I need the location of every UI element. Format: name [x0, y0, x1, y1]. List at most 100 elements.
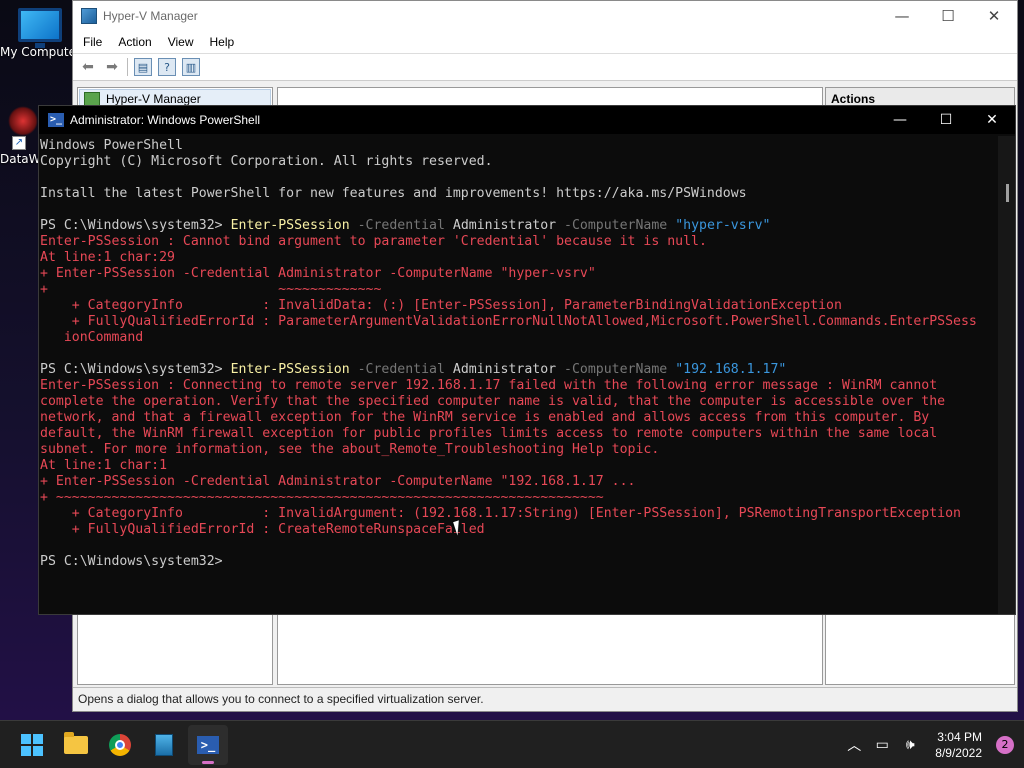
- start-button[interactable]: [12, 725, 52, 765]
- console-text-err: Enter-PSSession : Cannot bind argument t…: [40, 234, 707, 249]
- taskbar-apps: >_: [12, 724, 228, 765]
- console-line: + FullyQualifiedErrorId : CreateRemoteRu…: [40, 522, 998, 538]
- console-text-err: + ~~~~~~~~~~~~~~~~~~~~~~~~~~~~~~~~~~~~~~…: [40, 490, 604, 505]
- console-line: + CategoryInfo : InvalidData: (:) [Enter…: [40, 298, 998, 314]
- console-text-err: complete the operation. Verify that the …: [40, 394, 946, 409]
- window-title: Administrator: Windows PowerShell: [70, 113, 261, 127]
- minimize-button[interactable]: —: [879, 1, 925, 31]
- console-text-plain: PS C:\Windows\system32>: [40, 554, 231, 569]
- console-text-err: + CategoryInfo : InvalidData: (:) [Enter…: [40, 298, 842, 313]
- minimize-button[interactable]: —: [877, 106, 923, 134]
- hyperv-server-icon: [84, 92, 100, 106]
- clock[interactable]: 3:04 PM 8/9/2022: [935, 729, 982, 761]
- hyperv-icon: [155, 733, 173, 756]
- volume-icon[interactable]: 🕪: [901, 737, 919, 753]
- console-text-err: ionCommand: [40, 330, 144, 345]
- console-line: PS C:\Windows\system32>: [40, 554, 998, 570]
- menu-bar: File Action View Help: [73, 31, 1017, 53]
- console-line: PS C:\Windows\system32> Enter-PSSession …: [40, 218, 998, 234]
- maximize-button[interactable]: ☐: [925, 1, 971, 31]
- console-text-param: -Credential: [349, 362, 445, 377]
- close-button[interactable]: ✕: [969, 106, 1015, 134]
- console-line: complete the operation. Verify that the …: [40, 394, 998, 410]
- console-text-err: subnet. For more information, see the ab…: [40, 442, 660, 457]
- maximize-button[interactable]: ☐: [923, 106, 969, 134]
- monitor-icon: [18, 8, 62, 48]
- powershell-icon: >_: [48, 113, 64, 127]
- help-icon[interactable]: ?: [158, 58, 176, 76]
- powershell-titlebar[interactable]: >_ Administrator: Windows PowerShell — ☐…: [39, 106, 1015, 134]
- console-text-err: At line:1 char:1: [40, 458, 168, 473]
- hyperv-titlebar[interactable]: Hyper-V Manager — ☐ ✕: [73, 1, 1017, 31]
- console-line: subnet. For more information, see the ab…: [40, 442, 998, 458]
- hyperv-app-icon: [81, 8, 97, 24]
- console-line: + Enter-PSSession -Credential Administra…: [40, 474, 998, 490]
- chrome-icon: [109, 733, 131, 756]
- console-text-param: -ComputerName: [556, 218, 668, 233]
- toolbar: ⬅ ➡ ▤ ? ▥: [73, 53, 1017, 81]
- powershell-window: >_ Administrator: Windows PowerShell — ☐…: [38, 105, 1016, 615]
- console-text-plain: Windows PowerShell: [40, 138, 183, 153]
- desktop-icon-label: DataW: [0, 152, 40, 166]
- vertical-scrollbar[interactable]: [998, 136, 1015, 614]
- shortcut-arrow-icon: ↗: [12, 136, 26, 150]
- console-text-err: + ~~~~~~~~~~~~~: [40, 282, 382, 297]
- console-line: Install the latest PowerShell for new fe…: [40, 186, 998, 202]
- folder-icon: [64, 731, 88, 754]
- network-icon[interactable]: ▭: [873, 737, 891, 753]
- console-text-err: + FullyQualifiedErrorId : ParameterArgum…: [40, 314, 977, 329]
- menu-help[interactable]: Help: [210, 35, 235, 49]
- console-text-err: network, and that a firewall exception f…: [40, 410, 930, 425]
- window-title: Hyper-V Manager: [103, 9, 198, 23]
- show-hide-action-pane-icon[interactable]: ▥: [182, 58, 200, 76]
- taskbar-powershell[interactable]: >_: [188, 724, 228, 765]
- menu-file[interactable]: File: [83, 35, 102, 49]
- status-bar: Opens a dialog that allows you to connec…: [73, 687, 1017, 711]
- console-text-param: -ComputerName: [556, 362, 668, 377]
- console-line: PS C:\Windows\system32> Enter-PSSession …: [40, 362, 998, 378]
- console-text-cmd: Enter-PSSession: [230, 218, 350, 233]
- console-text-err: Enter-PSSession : Connecting to remote s…: [40, 378, 938, 393]
- console-text-str: "hyper-vsrv": [667, 218, 771, 233]
- console-line: + CategoryInfo : InvalidArgument: (192.1…: [40, 506, 998, 522]
- console-text-plain: Administrator: [444, 362, 557, 377]
- close-button[interactable]: ✕: [971, 1, 1017, 31]
- console-line: Windows PowerShell: [40, 138, 998, 154]
- console-text-str: "192.168.1.17": [667, 362, 787, 377]
- back-arrow-icon[interactable]: ⬅: [79, 58, 97, 76]
- forward-arrow-icon[interactable]: ➡: [103, 58, 121, 76]
- console-line: At line:1 char:29: [40, 250, 998, 266]
- notification-badge[interactable]: 2: [996, 735, 1014, 754]
- console-line: + Enter-PSSession -Credential Administra…: [40, 266, 998, 282]
- taskbar-chrome[interactable]: [100, 725, 140, 765]
- console-text-plain: PS C:\Windows\system32>: [40, 362, 231, 377]
- taskbar-file-explorer[interactable]: [56, 725, 96, 765]
- console-text-err: + CategoryInfo : InvalidArgument: (192.1…: [40, 506, 961, 521]
- console-text-param: -Credential: [349, 218, 445, 233]
- menu-view[interactable]: View: [168, 35, 194, 49]
- console-line: Enter-PSSession : Cannot bind argument t…: [40, 234, 998, 250]
- console-text-err: + FullyQualifiedErrorId : CreateRemoteRu…: [40, 522, 485, 537]
- menu-action[interactable]: Action: [118, 35, 151, 49]
- clock-date: 8/9/2022: [935, 745, 982, 760]
- system-tray: ︿ ▭ 🕪 3:04 PM 8/9/2022 2: [845, 729, 1014, 761]
- desktop-icon-my-computer[interactable]: My Computer: [0, 8, 80, 59]
- clock-time: 3:04 PM: [937, 729, 982, 744]
- scrollbar-thumb[interactable]: [1006, 184, 1009, 202]
- powershell-icon: >_: [197, 735, 219, 754]
- console-text-err: + Enter-PSSession -Credential Administra…: [40, 474, 636, 489]
- taskbar: >_ ︿ ▭ 🕪 3:04 PM 8/9/2022 2: [0, 720, 1024, 768]
- datawiz-icon: [8, 106, 38, 136]
- console-output[interactable]: Windows PowerShell Copyright (C) Microsof…: [40, 136, 998, 612]
- show-hide-console-tree-icon[interactable]: ▤: [134, 58, 152, 76]
- console-line: default, the WinRM firewall exception fo…: [40, 426, 998, 442]
- console-text-err: + Enter-PSSession -Credential Administra…: [40, 266, 596, 281]
- chevron-up-icon[interactable]: ︿: [845, 735, 863, 755]
- console-line: At line:1 char:1: [40, 458, 998, 474]
- windows-logo-icon: [21, 733, 43, 756]
- taskbar-hyperv-manager[interactable]: [144, 725, 184, 765]
